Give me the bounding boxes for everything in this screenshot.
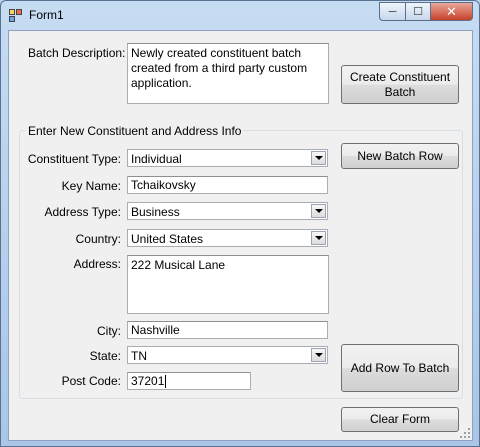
constituent-type-label: Constituent Type: bbox=[27, 152, 121, 166]
chevron-down-icon[interactable] bbox=[311, 151, 326, 165]
batch-description-input[interactable]: Newly created constituent batch created … bbox=[127, 43, 329, 104]
state-value: TN bbox=[131, 349, 147, 363]
text-caret bbox=[165, 375, 167, 389]
add-row-to-batch-button[interactable]: Add Row To Batch bbox=[341, 344, 459, 392]
window-title: Form1 bbox=[29, 8, 64, 22]
new-batch-row-button[interactable]: New Batch Row bbox=[341, 143, 459, 169]
minimize-button[interactable]: ─ bbox=[379, 2, 405, 21]
country-select[interactable]: United States bbox=[127, 229, 328, 247]
chevron-down-icon[interactable] bbox=[311, 204, 326, 218]
state-select[interactable]: TN bbox=[127, 346, 328, 364]
post-code-value: 37201 bbox=[131, 374, 165, 388]
city-input[interactable]: Nashville bbox=[127, 321, 328, 339]
maximize-button[interactable]: ☐ bbox=[405, 2, 430, 21]
address-type-value: Business bbox=[131, 205, 180, 219]
country-label: Country: bbox=[75, 232, 121, 246]
batch-description-label: Batch Description: bbox=[28, 46, 126, 60]
city-label: City: bbox=[97, 324, 121, 338]
constituent-type-value: Individual bbox=[131, 152, 182, 166]
key-name-label: Key Name: bbox=[61, 179, 121, 193]
address-type-select[interactable]: Business bbox=[127, 202, 328, 220]
chevron-down-icon[interactable] bbox=[311, 231, 326, 245]
chevron-down-icon[interactable] bbox=[311, 348, 326, 362]
key-name-input[interactable]: Tchaikovsky bbox=[127, 176, 328, 194]
post-code-label: Post Code: bbox=[61, 374, 121, 388]
resize-grip-icon[interactable] bbox=[458, 426, 470, 438]
close-button[interactable]: ✕ bbox=[430, 2, 473, 21]
constituent-type-select[interactable]: Individual bbox=[127, 149, 328, 167]
address-type-label: Address Type: bbox=[44, 205, 122, 219]
title-bar[interactable]: Form1 ─ ☐ ✕ bbox=[1, 1, 479, 29]
country-value: United States bbox=[131, 232, 204, 246]
caption-buttons: ─ ☐ ✕ bbox=[379, 2, 473, 21]
app-icon bbox=[9, 9, 23, 23]
post-code-input[interactable]: 37201 bbox=[127, 372, 251, 390]
create-constituent-batch-button[interactable]: Create Constituent Batch bbox=[341, 65, 459, 104]
clear-form-button[interactable]: Clear Form bbox=[341, 407, 459, 432]
groupbox-title: Enter New Constituent and Address Info bbox=[26, 124, 244, 138]
form-client-area: Batch Description: Newly created constit… bbox=[8, 30, 473, 441]
address-input[interactable]: 222 Musical Lane bbox=[127, 255, 329, 314]
state-label: State: bbox=[89, 349, 121, 363]
address-label: Address: bbox=[73, 257, 121, 271]
form-window: Form1 ─ ☐ ✕ Batch Description: Newly cre… bbox=[0, 0, 480, 447]
